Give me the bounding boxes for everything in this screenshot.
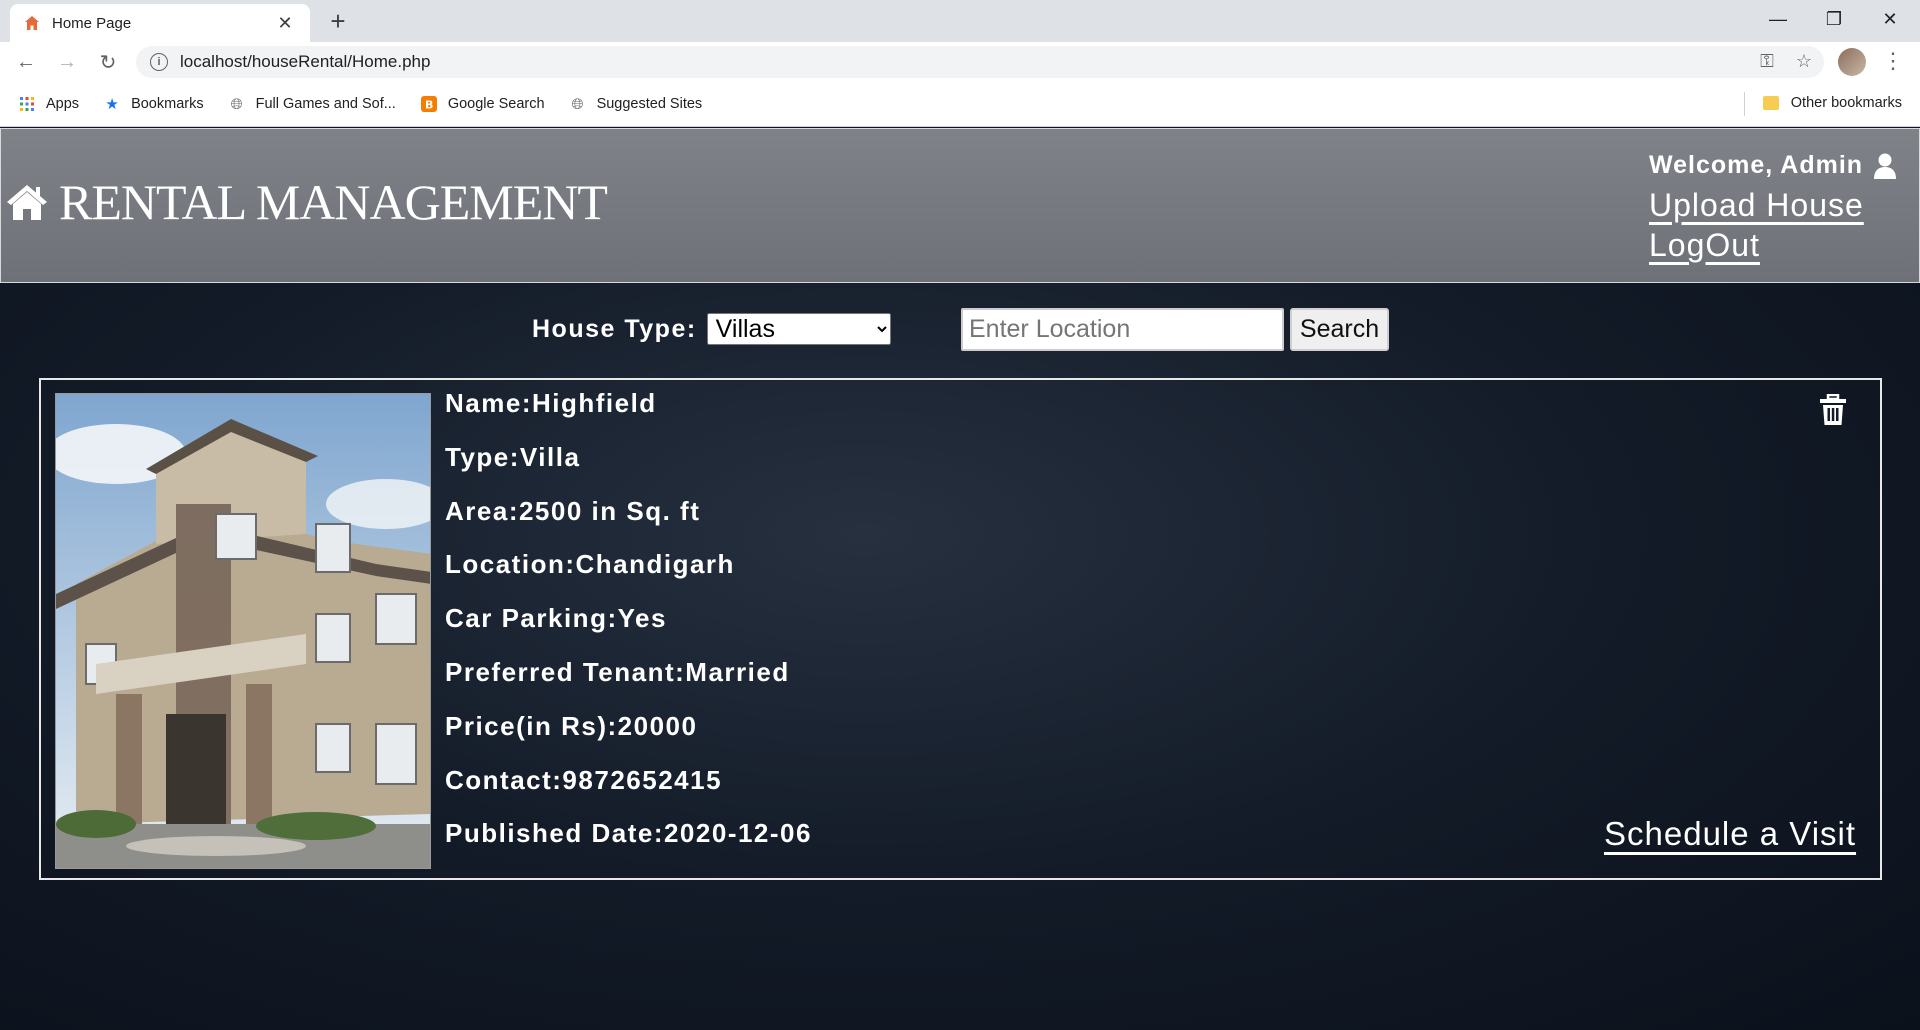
minimize-icon[interactable]: —	[1750, 0, 1806, 38]
user-icon	[1874, 153, 1897, 179]
window-close-icon[interactable]: ✕	[1862, 0, 1918, 38]
bookmark-star-icon[interactable]: ☆	[1796, 51, 1812, 72]
new-tab-icon[interactable]: +	[322, 6, 354, 38]
globe-icon: 🌐︎	[230, 95, 243, 113]
apps-grid-icon	[18, 95, 36, 113]
bookmark-bookmarks[interactable]: ★ Bookmarks	[103, 95, 204, 113]
site-header: RENTAL MANAGEMENT Welcome, Admin Upload …	[0, 128, 1920, 283]
bookmarks-divider	[1744, 92, 1745, 116]
location-input[interactable]	[961, 308, 1284, 351]
svg-text:B: B	[425, 99, 433, 112]
bookmark-label: Full Games and Sof...	[255, 96, 396, 112]
browser-tab-strip: Home Page ✕ + — ❐ ✕	[0, 0, 1920, 42]
home-favicon-icon	[24, 15, 40, 31]
house-type-filter: House Type: Villas	[532, 308, 891, 350]
back-icon[interactable]: ←	[12, 48, 40, 76]
brand-title: RENTAL MANAGEMENT	[59, 174, 608, 230]
bookmark-label: Bookmarks	[131, 96, 204, 112]
house-type-label: House Type:	[532, 314, 697, 343]
tab-title: Home Page	[52, 14, 132, 32]
globe-icon: 🌐︎	[571, 95, 584, 113]
folder-icon	[1762, 96, 1779, 110]
other-bookmarks[interactable]: Other bookmarks	[1762, 95, 1902, 111]
browser-tab[interactable]: Home Page ✕	[10, 4, 310, 42]
house-photo	[55, 393, 431, 869]
reload-icon[interactable]: ↻	[94, 48, 122, 76]
star-icon: ★	[105, 96, 119, 113]
key-icon[interactable]: ⚿	[1760, 51, 1774, 72]
other-bookmarks-label: Other bookmarks	[1790, 95, 1902, 111]
house-price: Price(in Rs):20000	[445, 710, 698, 741]
bookmark-full-games[interactable]: 🌐︎ Full Games and Sof...	[228, 95, 396, 113]
house-details: Name:Highfield Type:Villa Area:2500 in S…	[445, 390, 812, 874]
bookmark-label: Apps	[46, 96, 80, 112]
house-parking: Car Parking:Yes	[445, 603, 667, 634]
url-text: localhost/houseRental/Home.php	[180, 52, 431, 71]
welcome-text: Welcome, Admin	[1649, 151, 1897, 180]
welcome-label: Welcome, Admin	[1649, 151, 1864, 179]
address-bar[interactable]: i localhost/houseRental/Home.php ⚿ ☆	[136, 46, 1824, 78]
forward-icon[interactable]: →	[53, 48, 81, 76]
house-contact: Contact:9872652415	[445, 764, 723, 795]
house-area: Area:2500 in Sq. ft	[445, 495, 701, 526]
house-type-select[interactable]: Villas	[706, 313, 891, 345]
menu-kebab-icon[interactable]: ⋮	[1882, 48, 1904, 76]
logout-link[interactable]: LogOut	[1649, 227, 1760, 264]
bookmarks-bar: Apps ★ Bookmarks 🌐︎ Full Games and Sof..…	[0, 82, 1920, 127]
profile-avatar[interactable]	[1838, 48, 1866, 76]
home-icon	[7, 185, 47, 220]
bookmark-apps[interactable]: Apps	[18, 95, 79, 113]
brand[interactable]: RENTAL MANAGEMENT	[5, 173, 608, 231]
restore-icon[interactable]: ❐	[1806, 0, 1862, 38]
trash-icon[interactable]	[1819, 394, 1847, 426]
bookmark-label: Suggested Sites	[596, 96, 703, 112]
house-name: Name:Highfield	[445, 388, 657, 418]
house-type: Type:Villa	[445, 441, 581, 472]
upload-house-link[interactable]: Upload House	[1649, 187, 1864, 224]
bookmark-suggested-sites[interactable]: 🌐︎ Suggested Sites	[569, 95, 703, 113]
browser-toolbar: ← → ↻ i localhost/houseRental/Home.php ⚿…	[0, 42, 1920, 82]
bookmark-label: Google Search	[447, 96, 545, 112]
blogger-icon: B	[420, 95, 438, 113]
schedule-visit-link[interactable]: Schedule a Visit	[1604, 815, 1856, 853]
site-info-icon[interactable]: i	[150, 53, 168, 71]
house-published-date: Published Date:2020-12-06	[445, 818, 812, 849]
tab-close-icon[interactable]: ✕	[274, 13, 296, 34]
bookmark-google-search[interactable]: B Google Search	[420, 95, 545, 113]
search-button[interactable]: Search	[1290, 308, 1389, 351]
house-tenant: Preferred Tenant:Married	[445, 656, 790, 687]
house-listing-card: Name:Highfield Type:Villa Area:2500 in S…	[39, 378, 1882, 880]
house-location: Location:Chandigarh	[445, 549, 735, 580]
page-body: RENTAL MANAGEMENT Welcome, Admin Upload …	[0, 128, 1920, 1030]
